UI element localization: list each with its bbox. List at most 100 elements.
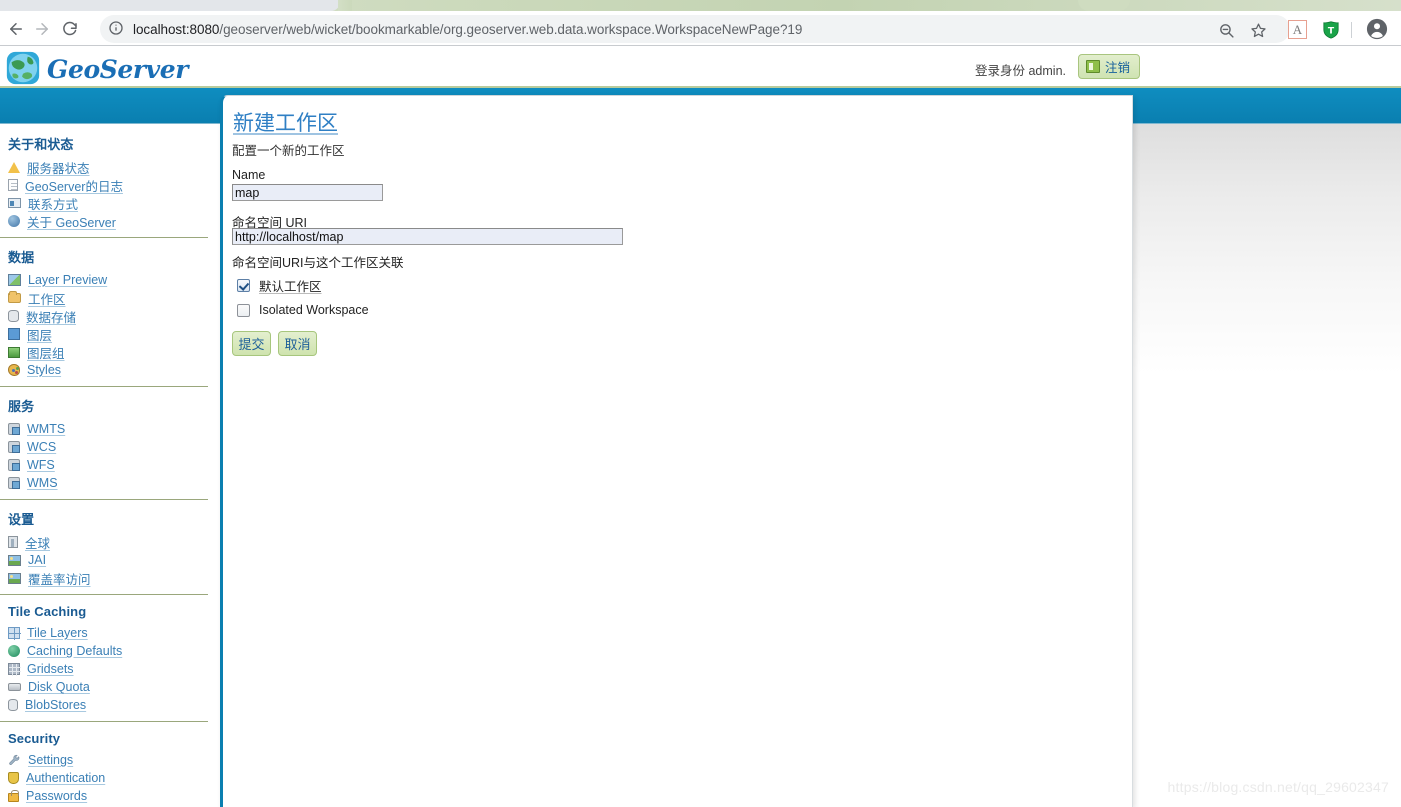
sidebar-item-label: Caching Defaults: [27, 644, 123, 658]
sidebar-item-passwords[interactable]: Passwords: [0, 787, 220, 805]
sidebar-item-[interactable]: 工作区: [0, 289, 220, 307]
service-icon: [8, 441, 20, 453]
sidebar-item-caching-defaults[interactable]: Caching Defaults: [0, 642, 220, 660]
sidebar-item-[interactable]: 图层组: [0, 343, 220, 361]
sidebar-item-label: 覆盖率访问: [28, 572, 91, 587]
database-icon: [8, 310, 19, 322]
sidebar-item-disk-quota[interactable]: Disk Quota: [0, 678, 220, 696]
sidebar-item-label: Passwords: [26, 789, 88, 803]
sidebar-item-blobstores[interactable]: BlobStores: [0, 696, 220, 714]
sidebar-item-geoserver[interactable]: GeoServer的日志: [0, 176, 220, 194]
reload-icon[interactable]: [58, 17, 82, 41]
default-workspace-row[interactable]: 默认工作区: [237, 276, 322, 295]
sidebar-item-label: BlobStores: [25, 698, 87, 712]
sidebar-item-label: 全球: [25, 536, 51, 551]
sidebar-item-styles[interactable]: Styles: [0, 361, 220, 379]
sidebar-item-[interactable]: 联系方式: [0, 194, 220, 212]
default-workspace-checkbox[interactable]: [237, 279, 250, 292]
sidebar-item-[interactable]: 覆盖率访问: [0, 569, 220, 587]
sidebar-section: SecuritySettingsAuthenticationPasswordsU…: [0, 725, 220, 807]
sidebar-item-label: Layer Preview: [28, 273, 108, 287]
browser-tab-strip: [0, 0, 1401, 11]
sidebar-item-wms[interactable]: WMS: [0, 474, 220, 492]
isolated-workspace-row[interactable]: Isolated Workspace: [237, 303, 369, 317]
sidebar-divider: [0, 594, 208, 595]
content-panel: 新建工作区 配置一个新的工作区 Name 命名空间 URI 命名空间URI与这个…: [220, 95, 1133, 807]
grid-icon: [8, 663, 21, 676]
sidebar-item-authentication[interactable]: Authentication: [0, 769, 220, 787]
zoom-out-icon[interactable]: [1216, 20, 1236, 40]
sidebar-divider: [0, 721, 208, 722]
sidebar-item-label: Disk Quota: [28, 680, 90, 694]
forward-arrow-icon[interactable]: [30, 17, 54, 41]
logout-icon: [1085, 60, 1100, 73]
cancel-button[interactable]: 取消: [278, 331, 317, 356]
adobe-acrobat-icon[interactable]: A: [1287, 19, 1308, 40]
global-settings-icon: [8, 536, 18, 548]
sidebar-item-label: WMS: [27, 476, 58, 490]
sidebar-item-label: 数据存储: [26, 310, 77, 325]
logout-button[interactable]: 注销: [1077, 54, 1140, 79]
browser-tab-corner: [185, 0, 340, 11]
address-bar[interactable]: localhost:8080/geoserver/web/wicket/book…: [100, 15, 1290, 43]
service-icon: [8, 477, 20, 489]
contact-card-icon: [8, 198, 21, 208]
sidebar-item-geoserver[interactable]: 关于 GeoServer: [0, 212, 220, 230]
sidebar-item-label: WFS: [27, 458, 55, 472]
sidebar-item-[interactable]: 全球: [0, 533, 220, 551]
sidebar-section-title: 数据: [8, 250, 35, 265]
sidebar-item-[interactable]: 图层: [0, 325, 220, 343]
sidebar-item-label: Settings: [28, 753, 74, 767]
back-arrow-icon[interactable]: [4, 17, 28, 41]
document-icon: [8, 179, 18, 191]
sidebar-item-label: 联系方式: [28, 197, 79, 212]
sidebar-item-tile-layers[interactable]: Tile Layers: [0, 624, 220, 642]
folder-icon: [8, 291, 21, 303]
namespace-uri-input[interactable]: [232, 228, 623, 245]
sidebar-item-settings[interactable]: Settings: [0, 751, 220, 769]
blobstore-icon: [8, 699, 18, 711]
sidebar-item-label: Gridsets: [27, 662, 74, 676]
profile-chip[interactable]: [1078, 0, 1130, 11]
sidebar-item-label: 图层: [27, 328, 53, 343]
sidebar-item-label: WMTS: [27, 422, 66, 436]
sidebar-item-wcs[interactable]: WCS: [0, 438, 220, 456]
sidebar: 关于和状态 服务器状态 GeoServer的日志 联系方式 关于 GeoServer 数据…: [0, 128, 220, 807]
logout-button-label: 注销: [1104, 61, 1130, 75]
sidebar-section-title: 设置: [8, 512, 35, 527]
url-host: localhost:8080: [133, 21, 220, 37]
sidebar-item-label: Styles: [27, 363, 62, 377]
svg-text:T: T: [1327, 25, 1334, 36]
geoserver-globe-logo[interactable]: [4, 49, 42, 87]
star-icon[interactable]: [1248, 20, 1268, 40]
geoserver-wordmark: GeoServer: [47, 55, 189, 84]
uri-field-hint: 命名空间URI与这个工作区关联: [232, 256, 404, 270]
service-icon: [8, 459, 20, 471]
profile-avatar-icon[interactable]: [1366, 18, 1388, 40]
sidebar-divider: [0, 386, 208, 387]
submit-button[interactable]: 提交: [232, 331, 271, 356]
sidebar-item-wmts[interactable]: WMTS: [0, 420, 220, 438]
geoserver-header: GeoServer 登录身份 admin. 注销: [0, 46, 1401, 88]
sidebar-item-wfs[interactable]: WFS: [0, 456, 220, 474]
sidebar-item-label: 服务器状态: [27, 161, 90, 176]
browser-tab-active[interactable]: [0, 0, 186, 11]
browser-toolbar: localhost:8080/geoserver/web/wicket/book…: [0, 11, 1401, 46]
isolated-workspace-checkbox[interactable]: [237, 303, 250, 317]
sidebar-section-title: Security: [8, 731, 61, 746]
sidebar-section-title: Tile Caching: [8, 604, 87, 619]
sidebar-item-jai[interactable]: JAI: [0, 551, 220, 569]
shield-extension-icon[interactable]: T: [1320, 19, 1341, 40]
palette-icon: [8, 364, 20, 376]
browser-chrome: localhost:8080/geoserver/web/wicket/book…: [0, 0, 1401, 46]
sidebar-item-[interactable]: 服务器状态: [0, 158, 220, 176]
warning-triangle-icon: [8, 161, 20, 173]
sidebar-item-[interactable]: 数据存储: [0, 307, 220, 325]
tab-strip-filler: [338, 0, 352, 11]
sidebar-item-layer-preview[interactable]: Layer Preview: [0, 271, 220, 289]
lock-icon: [8, 790, 19, 802]
sidebar-item-label: Authentication: [26, 771, 106, 785]
sidebar-item-gridsets[interactable]: Gridsets: [0, 660, 220, 678]
toolbar-divider: [1351, 22, 1352, 38]
name-input[interactable]: [232, 184, 383, 201]
